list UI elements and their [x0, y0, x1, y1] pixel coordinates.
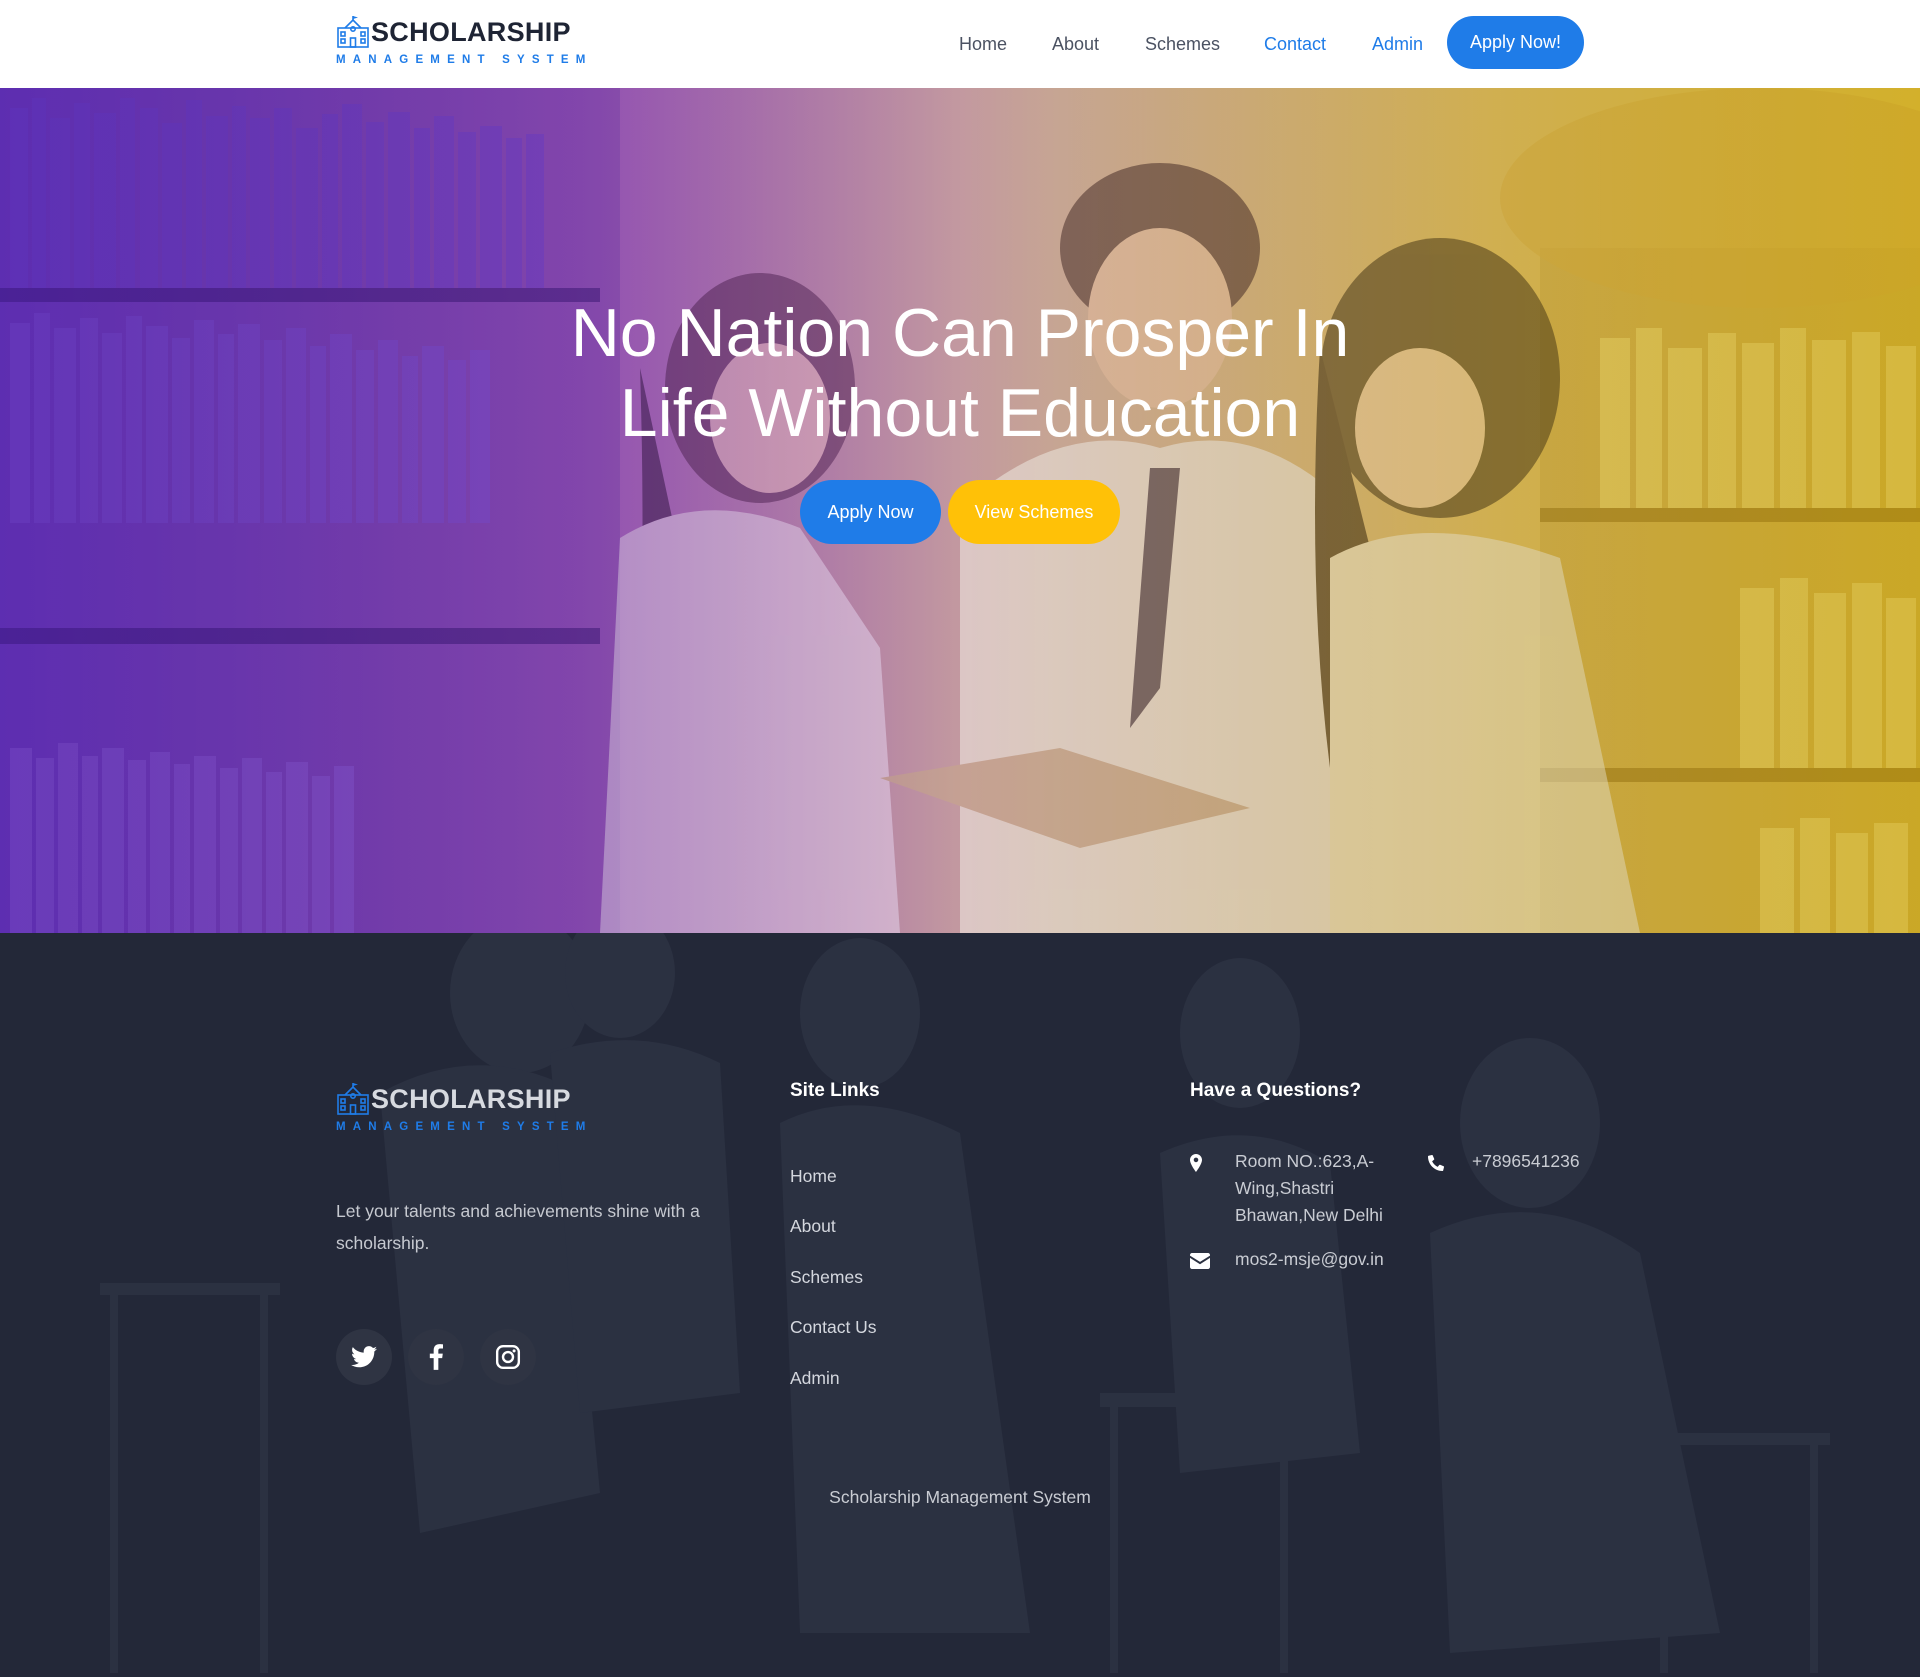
envelope-icon	[1188, 1249, 1212, 1273]
footer-copyright: Scholarship Management System	[829, 1487, 1091, 1507]
nav-admin[interactable]: Admin	[1372, 33, 1423, 55]
map-marker-icon	[1184, 1151, 1208, 1175]
footer: SCHOLARSHIP MANAGEMENT SYSTEM Let your t…	[0, 933, 1920, 1677]
instagram-button[interactable]	[480, 1329, 536, 1385]
twitter-button[interactable]	[336, 1329, 392, 1385]
footer-background-image	[100, 933, 1830, 1673]
hero-section: No Nation Can Prosper In Life Without Ed…	[0, 88, 1920, 933]
contact-heading: Have a Questions?	[1190, 1080, 1362, 1101]
footer-brand-logo[interactable]: SCHOLARSHIP MANAGEMENT SYSTEM	[335, 1081, 593, 1133]
footer-link-contact-us[interactable]: Contact Us	[790, 1316, 877, 1338]
apply-now-nav-button[interactable]: Apply Now!	[1447, 16, 1584, 69]
hero-title-line1: No Nation Can Prosper In	[570, 295, 1350, 371]
nav-home[interactable]: Home	[959, 33, 1007, 55]
hero-title: No Nation Can Prosper In Life Without Ed…	[0, 293, 1920, 453]
contact-phone[interactable]: +7896541236	[1472, 1148, 1580, 1175]
facebook-icon	[429, 1344, 443, 1370]
brand-logo[interactable]: SCHOLARSHIP MANAGEMENT SYSTEM	[335, 14, 593, 66]
phone-icon	[1424, 1151, 1448, 1175]
hero-apply-now-button[interactable]: Apply Now	[800, 480, 941, 544]
contact-email[interactable]: mos2-msje@gov.in	[1235, 1246, 1384, 1273]
site-links-heading: Site Links	[790, 1080, 880, 1101]
top-navbar: SCHOLARSHIP MANAGEMENT SYSTEM Home About…	[0, 0, 1920, 88]
school-building-icon	[337, 1083, 369, 1115]
footer-description: Let your talents and achievements shine …	[336, 1201, 700, 1253]
contact-address-line1: Room NO.:623,A-	[1235, 1151, 1375, 1171]
nav-about[interactable]: About	[1052, 33, 1099, 55]
footer-brand-subtitle: MANAGEMENT SYSTEM	[336, 1121, 593, 1133]
facebook-button[interactable]	[408, 1329, 464, 1385]
footer-link-about[interactable]: About	[790, 1215, 836, 1237]
hero-view-schemes-button[interactable]: View Schemes	[948, 480, 1120, 544]
footer-brand-title: SCHOLARSHIP	[371, 1084, 571, 1114]
footer-link-home[interactable]: Home	[790, 1165, 837, 1187]
twitter-icon	[351, 1346, 377, 1368]
contact-address: Room NO.:623,A- Wing,Shastri Bhawan,New …	[1235, 1148, 1435, 1229]
nav-contact[interactable]: Contact	[1264, 33, 1326, 55]
brand-title: SCHOLARSHIP	[371, 17, 571, 47]
brand-subtitle: MANAGEMENT SYSTEM	[336, 54, 593, 66]
nav-schemes[interactable]: Schemes	[1145, 33, 1220, 55]
hero-title-line2: Life Without Education	[619, 375, 1301, 451]
contact-address-line3: Bhawan,New Delhi	[1235, 1205, 1383, 1225]
instagram-icon	[495, 1344, 521, 1370]
school-building-icon	[337, 16, 369, 48]
footer-link-schemes[interactable]: Schemes	[790, 1266, 863, 1288]
contact-address-line2: Wing,Shastri	[1235, 1178, 1335, 1198]
footer-link-admin[interactable]: Admin	[790, 1367, 840, 1389]
